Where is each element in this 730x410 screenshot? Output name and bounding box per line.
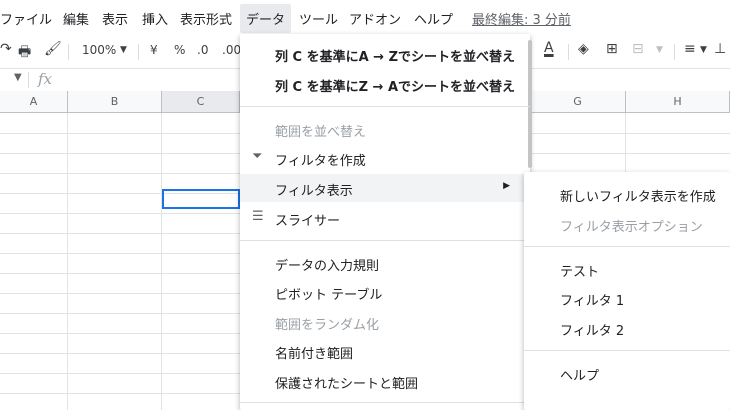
align-left-icon[interactable]: ≡ — [684, 41, 696, 57]
menu-divider — [240, 240, 530, 241]
menu-item-slicer[interactable]: ☰ スライサー — [240, 204, 530, 232]
selected-cell[interactable] — [162, 189, 240, 209]
grid-line — [67, 113, 68, 410]
menu-item-sort-z-a[interactable]: 列 C を基準にZ → Aでシートを並べ替え — [240, 70, 530, 98]
decrease-decimal-button[interactable]: .0 — [197, 43, 208, 57]
paint-format-icon[interactable]: 🖌 — [44, 41, 62, 57]
last-edit-link[interactable]: 最終編集: 3 分前 — [472, 9, 571, 28]
filter-icon: ⏷ — [252, 149, 263, 164]
column-header-a[interactable]: A — [0, 91, 68, 113]
grid-line — [161, 113, 162, 410]
menu-item-label: フィルタを作成 — [275, 154, 366, 169]
chevron-down-icon[interactable]: ▼ — [700, 45, 707, 55]
submenu-item-filter-2[interactable]: フィルタ 2 — [524, 314, 730, 342]
currency-button[interactable]: ¥ — [150, 43, 158, 57]
print-icon[interactable]: 🖶 — [18, 41, 31, 65]
menu-item-label: 名前付き範囲 — [275, 347, 354, 362]
zoom-select[interactable]: 100% — [82, 43, 116, 57]
menu-item-protected-sheets[interactable]: 保護されたシートと範囲 — [240, 367, 530, 395]
menu-item-label: 範囲をランダム化 — [275, 318, 380, 333]
toolbar-divider — [568, 44, 569, 60]
valign-icon[interactable]: ⊥ — [714, 41, 726, 57]
menu-item-label: ピボット テーブル — [275, 288, 383, 303]
increase-decimal-button[interactable]: .00 — [222, 43, 241, 57]
menu-bar: ファイル 編集 表示 挿入 表示形式 データ ツール アドオン ヘルプ 最終編集… — [0, 0, 730, 36]
menu-divider — [524, 246, 730, 247]
toolbar-divider — [674, 44, 675, 60]
toolbar-divider — [138, 44, 139, 60]
menu-edit[interactable]: 編集 — [63, 9, 89, 28]
menu-item-data-validation[interactable]: データの入力規則 — [240, 249, 530, 277]
menu-item-sort-range[interactable]: 範囲を並べ替え — [240, 115, 530, 143]
column-header-g[interactable]: G — [530, 91, 626, 113]
menu-insert[interactable]: 挿入 — [142, 9, 168, 28]
slicer-icon: ☰ — [252, 209, 264, 224]
fill-color-icon[interactable]: ◈ — [578, 41, 589, 57]
menu-item-sort-a-z[interactable]: 列 C を基準にA → Zでシートを並べ替え — [240, 40, 530, 68]
column-header-c[interactable]: C — [162, 91, 240, 113]
menu-view[interactable]: 表示 — [102, 9, 128, 28]
menu-item-label: 保護されたシートと範囲 — [275, 377, 419, 392]
menu-item-label: データの入力規則 — [275, 259, 380, 274]
menu-item-label: 列 C を基準にA → Zでシートを並べ替え — [275, 50, 516, 65]
menu-item-filter-views[interactable]: フィルタ表示 ▶ — [240, 174, 530, 202]
submenu-item-filter-view-options[interactable]: フィルタ表示オプション — [524, 210, 730, 238]
submenu-item-test[interactable]: テスト — [524, 255, 730, 283]
menu-item-pivot-table[interactable]: ピボット テーブル — [240, 278, 530, 306]
menu-file[interactable]: ファイル — [0, 9, 52, 28]
menu-divider — [524, 350, 730, 351]
menu-item-label: 列 C を基準にZ → Aでシートを並べ替え — [275, 80, 516, 95]
menu-item-label: 範囲を並べ替え — [275, 125, 367, 140]
filter-views-submenu: 新しいフィルタ表示を作成 フィルタ表示オプション テスト フィルタ 1 フィルタ… — [524, 172, 730, 410]
submenu-item-label: ヘルプ — [560, 369, 600, 384]
menu-tools[interactable]: ツール — [299, 9, 338, 28]
menu-divider — [240, 402, 530, 403]
column-header-b[interactable]: B — [68, 91, 162, 113]
submenu-item-filter-1[interactable]: フィルタ 1 — [524, 284, 730, 312]
submenu-item-help[interactable]: ヘルプ — [524, 359, 730, 387]
submenu-item-label: フィルタ 2 — [560, 324, 625, 339]
chevron-down-icon[interactable]: ▼ — [14, 72, 22, 83]
submenu-item-label: フィルタ表示オプション — [560, 220, 703, 235]
merge-cells-icon[interactable]: ⊟ — [632, 41, 644, 57]
menu-item-randomize-range[interactable]: 範囲をランダム化 — [240, 308, 530, 336]
redo-icon[interactable]: ↷ — [0, 41, 12, 57]
menu-data[interactable]: データ — [240, 4, 292, 33]
chevron-down-icon[interactable]: ▼ — [656, 45, 663, 55]
submenu-arrow-icon: ▶ — [503, 181, 510, 191]
submenu-item-label: テスト — [560, 265, 600, 280]
menu-divider — [240, 106, 530, 107]
submenu-item-label: フィルタ 1 — [560, 294, 625, 309]
menu-item-named-ranges[interactable]: 名前付き範囲 — [240, 337, 530, 365]
submenu-item-label: 新しいフィルタ表示を作成 — [560, 190, 716, 205]
percent-button[interactable]: % — [174, 43, 185, 57]
borders-icon[interactable]: ⊞ — [606, 41, 618, 57]
menu-help[interactable]: ヘルプ — [414, 9, 453, 28]
menu-item-label: スライサー — [275, 214, 341, 229]
menu-item-label: フィルタ表示 — [275, 184, 353, 199]
chevron-down-icon[interactable]: ▼ — [120, 45, 127, 55]
text-color-button[interactable]: A — [544, 40, 554, 56]
menu-format[interactable]: 表示形式 — [180, 9, 232, 28]
menu-item-create-filter[interactable]: ⏷ フィルタを作成 — [240, 144, 530, 172]
formula-divider — [28, 72, 29, 88]
submenu-item-new-filter-view[interactable]: 新しいフィルタ表示を作成 — [524, 180, 730, 208]
data-menu-dropdown: 列 C を基準にA → Zでシートを並べ替え 列 C を基準にZ → Aでシート… — [240, 34, 532, 410]
column-header-h[interactable]: H — [626, 91, 730, 113]
fx-icon: fx — [38, 70, 53, 88]
toolbar-divider — [68, 44, 69, 60]
menu-addons[interactable]: アドオン — [349, 9, 401, 28]
